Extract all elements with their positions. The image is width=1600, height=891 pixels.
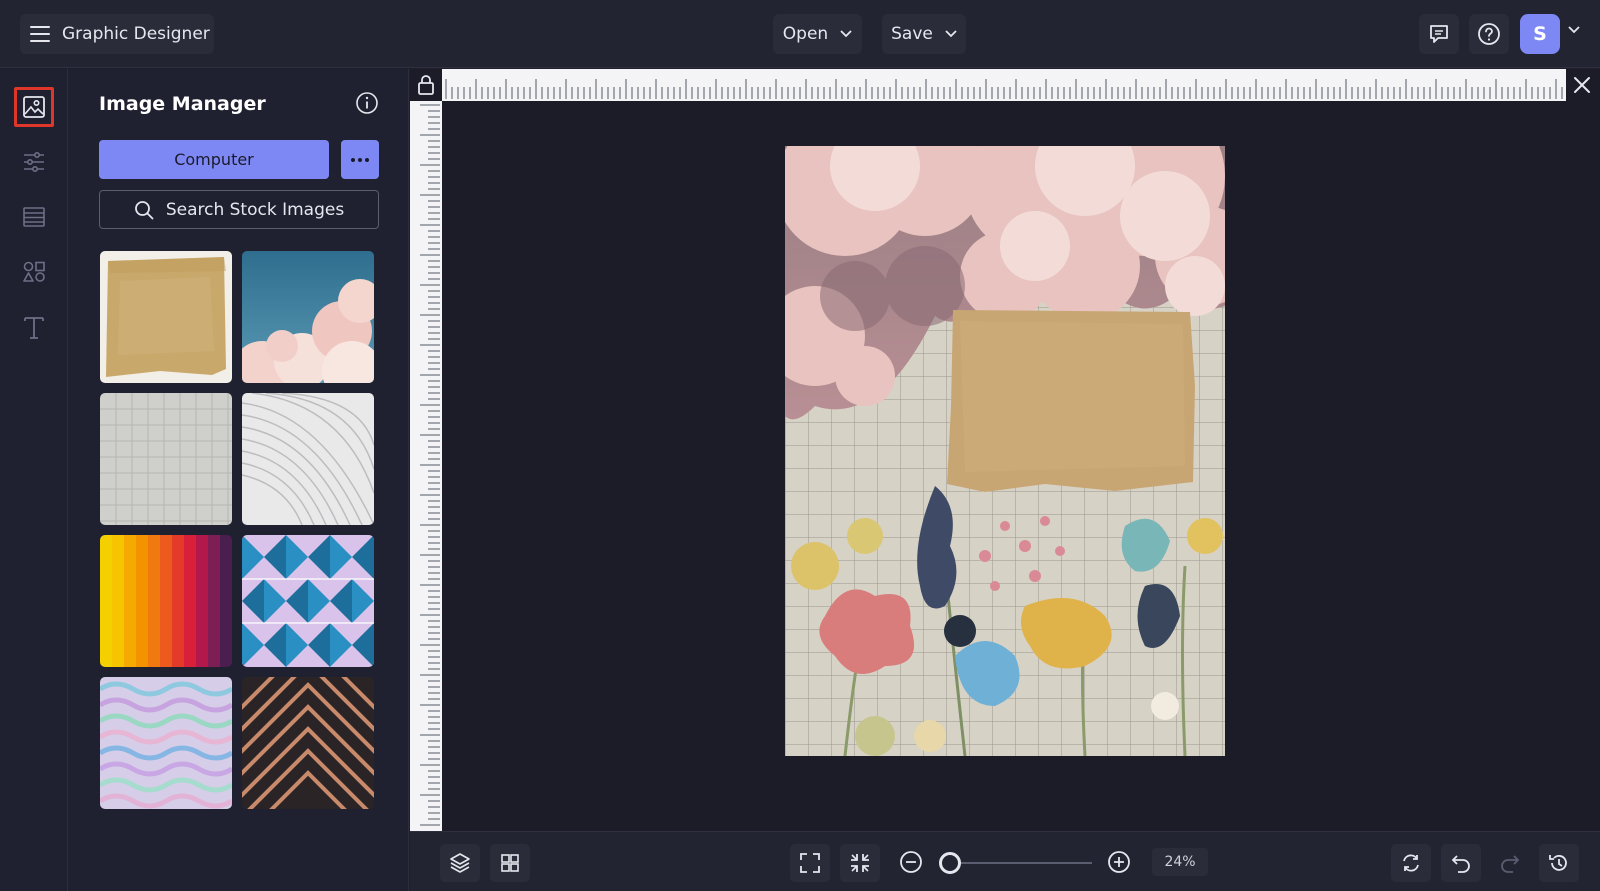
grid-icon xyxy=(501,854,519,872)
ellipsis-icon xyxy=(351,157,369,162)
zoom-value[interactable]: 24% xyxy=(1152,848,1208,876)
more-options-button[interactable] xyxy=(341,140,379,179)
search-stock-images-button[interactable]: Search Stock Images xyxy=(99,190,379,229)
help-icon xyxy=(1478,23,1500,45)
hamburger-menu-icon xyxy=(30,26,50,42)
top-bar: Graphic Designer Open Save S xyxy=(0,0,1600,68)
user-avatar[interactable]: S xyxy=(1520,14,1560,54)
sliders-icon xyxy=(24,151,44,172)
fit-to-screen-button[interactable] xyxy=(790,844,830,882)
rail-item-text[interactable] xyxy=(14,307,54,347)
zoom-out-icon[interactable] xyxy=(899,850,923,874)
chevron-down-icon[interactable] xyxy=(1568,26,1580,34)
thumbnail-white-curves[interactable] xyxy=(242,393,374,525)
bottom-toolbar: 24% xyxy=(410,831,1600,891)
history-button[interactable] xyxy=(1539,844,1579,882)
thumbnail-clouds[interactable] xyxy=(242,251,374,383)
image-manager-panel: Image Manager Computer Search Stock Imag… xyxy=(69,69,409,891)
redo-icon xyxy=(1501,855,1520,873)
thumbnail-copper-chevron[interactable] xyxy=(242,677,374,809)
thumbnail-grid-paper[interactable] xyxy=(100,393,232,525)
lock-icon xyxy=(418,75,434,95)
rail-item-adjustments[interactable] xyxy=(14,142,54,182)
comment-icon xyxy=(1430,25,1448,43)
refresh-icon xyxy=(1403,854,1419,872)
grid-view-button[interactable] xyxy=(490,844,530,882)
info-icon[interactable] xyxy=(355,91,379,115)
save-dropdown-button[interactable]: Save xyxy=(882,14,966,54)
zoom-slider-handle[interactable] xyxy=(939,852,961,874)
app-title: Graphic Designer xyxy=(62,24,210,44)
vertical-ruler xyxy=(410,101,442,831)
open-label: Open xyxy=(782,24,829,44)
redo-button[interactable] xyxy=(1490,844,1530,882)
rail-item-shapes[interactable] xyxy=(14,252,54,292)
list-layout-icon xyxy=(23,207,45,227)
thumbnail-rainbow-stripes[interactable] xyxy=(100,535,232,667)
shrink-icon xyxy=(851,854,869,872)
history-icon xyxy=(1549,855,1567,871)
app-menu-button[interactable]: Graphic Designer xyxy=(20,14,214,54)
thumbnail-geometric-triangles[interactable] xyxy=(242,535,374,667)
search-icon xyxy=(134,200,154,219)
layers-button[interactable] xyxy=(440,844,480,882)
feedback-button[interactable] xyxy=(1419,14,1459,54)
ruler-lock-button[interactable] xyxy=(410,69,442,101)
zoom-slider-track[interactable] xyxy=(950,862,1092,864)
rail-item-layers[interactable] xyxy=(14,197,54,237)
reset-button[interactable] xyxy=(1391,844,1431,882)
rail-item-image-manager[interactable] xyxy=(14,87,54,127)
image-icon xyxy=(23,96,45,118)
text-icon xyxy=(24,317,44,339)
undo-button[interactable] xyxy=(1441,844,1481,882)
thumbnail-kraft-paper[interactable] xyxy=(100,251,232,383)
thumbnail-holographic-waves[interactable] xyxy=(100,677,232,809)
upload-computer-button[interactable]: Computer xyxy=(99,140,329,179)
horizontal-ruler xyxy=(442,69,1566,101)
design-artboard[interactable] xyxy=(785,146,1225,756)
actual-size-button[interactable] xyxy=(840,844,880,882)
undo-icon xyxy=(1451,855,1470,873)
tool-rail xyxy=(0,69,68,891)
close-rulers-icon[interactable] xyxy=(1570,73,1594,97)
save-label: Save xyxy=(891,24,933,44)
panel-title: Image Manager xyxy=(99,93,266,115)
zoom-in-icon[interactable] xyxy=(1107,850,1131,874)
help-button[interactable] xyxy=(1469,14,1509,54)
expand-icon xyxy=(800,853,820,873)
chevron-down-icon xyxy=(840,30,852,38)
chevron-down-icon xyxy=(945,30,957,38)
open-dropdown-button[interactable]: Open xyxy=(773,14,862,54)
search-label: Search Stock Images xyxy=(165,199,345,220)
layers-icon xyxy=(450,853,470,873)
shapes-icon xyxy=(23,261,45,282)
